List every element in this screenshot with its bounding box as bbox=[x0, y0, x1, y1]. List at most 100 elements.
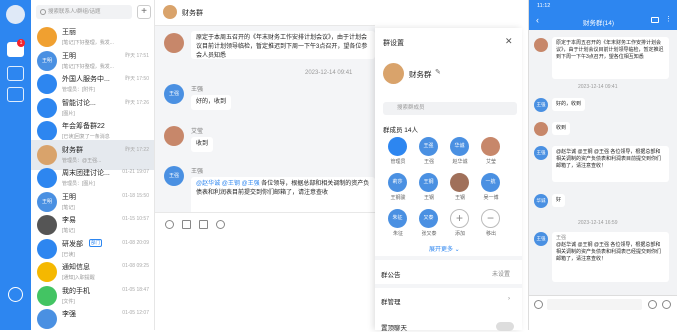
message-avatar bbox=[164, 126, 184, 146]
search-input[interactable]: 搜索联系人/群组/话题 bbox=[36, 5, 132, 19]
conversation-avatar bbox=[37, 285, 57, 306]
quoted-sender: 王强 bbox=[556, 235, 567, 241]
member-name: 添加 bbox=[454, 231, 465, 237]
group-avatar bbox=[383, 63, 404, 84]
group-name: 财务群 bbox=[409, 70, 432, 79]
back-icon[interactable]: ‹ bbox=[536, 15, 539, 25]
emoji-icon[interactable] bbox=[165, 220, 174, 229]
more-icon[interactable]: ⋮ bbox=[665, 15, 672, 23]
chat-pane: 财务群 原定于本周五召开的《年末财务工作安排计划会议》，由于计划会议目前计划领导… bbox=[155, 0, 375, 330]
emoji-icon[interactable] bbox=[648, 300, 657, 309]
add-button[interactable]: + bbox=[137, 5, 151, 19]
sender-name: 王强 bbox=[191, 87, 204, 93]
mobile-title: 财务群(14) bbox=[583, 20, 615, 27]
notice-avatar bbox=[534, 38, 548, 52]
chat-title: 财务群 bbox=[182, 10, 203, 17]
expand-more-link[interactable]: 展开更多 ⌄ bbox=[429, 244, 460, 253]
folder-icon[interactable] bbox=[651, 17, 659, 23]
member-avatar bbox=[450, 173, 469, 192]
scissors-icon[interactable] bbox=[182, 220, 191, 229]
mention[interactable]: @赵华诚 bbox=[196, 181, 220, 187]
announcement-row[interactable]: 群公告 未设置 bbox=[381, 269, 516, 279]
conversation-time: 01-08 20:09 bbox=[122, 239, 149, 246]
mobile-header: 11:12 ‹ 财务群(14) ⋮ bbox=[529, 0, 677, 30]
mobile-message-bubble: 王强 @赵华诚 @王钢 @王强 各位领导，根据总部和相关调制的资产负债表和利润表已… bbox=[552, 232, 669, 282]
members-label: 群成员 14人 bbox=[383, 127, 419, 134]
mention[interactable]: @王强 bbox=[242, 181, 260, 187]
member-avatar: 王强 bbox=[419, 137, 438, 156]
timestamp: 2023-12-14 09:41 bbox=[305, 70, 353, 76]
workbench-icon[interactable] bbox=[7, 87, 24, 102]
divider bbox=[375, 284, 522, 288]
member-avatar bbox=[481, 137, 500, 156]
mobile-message-text: 好 bbox=[556, 197, 562, 203]
conversation-name: 财务群 bbox=[62, 146, 83, 154]
mobile-message-avatar bbox=[534, 122, 548, 136]
close-icon[interactable]: ✕ bbox=[505, 36, 513, 47]
member-search-input[interactable]: 搜索群成员 bbox=[383, 102, 517, 115]
voice-icon[interactable] bbox=[534, 300, 543, 309]
member-avatar: 又泰 bbox=[419, 209, 438, 228]
mobile-preview: 11:12 ‹ 财务群(14) ⋮ 原定于本周五召开的《年末财务工作安排计划会议… bbox=[528, 0, 677, 330]
user-avatar[interactable] bbox=[6, 5, 25, 24]
mobile-message-bubble: 好的，收到 bbox=[552, 98, 586, 111]
message-text: 好的，收到 bbox=[196, 99, 227, 105]
announcement-label: 群公告 bbox=[381, 272, 401, 279]
member-name: 张又泰 bbox=[421, 231, 437, 237]
member-name: 朱征 bbox=[392, 231, 403, 237]
mobile-message-bubble: 好 bbox=[552, 194, 566, 207]
status-time: 11:12 bbox=[537, 3, 551, 9]
conversation-time: 昨天 17:26 bbox=[125, 99, 149, 106]
mention[interactable]: @王钢 bbox=[222, 181, 240, 187]
member-avatar: 王钢 bbox=[419, 173, 438, 192]
member-name: 王钢 bbox=[423, 195, 434, 201]
pin-label: 置顶聊天 bbox=[381, 325, 407, 332]
group-manage-row[interactable]: 群管理 › bbox=[381, 296, 516, 306]
member-avatar: 朱征 bbox=[388, 209, 407, 228]
conversation-avatar bbox=[37, 144, 57, 165]
mobile-notice: 原定于本周五召开的《年末财务工作安排计划会议》，由于计划会议目前计划领导临检，暂… bbox=[552, 37, 669, 79]
member-name: 王钢骏 bbox=[390, 195, 406, 201]
member-name: 移出 bbox=[485, 231, 496, 237]
conversation-name: 智能讨论... bbox=[62, 99, 96, 107]
plus-icon[interactable] bbox=[662, 300, 671, 309]
conversation-avatar bbox=[37, 309, 57, 329]
member-name: 王强 bbox=[423, 159, 434, 165]
conversation-name: 年会筹备群22 bbox=[62, 123, 105, 130]
app-rail: 1 bbox=[0, 0, 31, 330]
conversation-time: 01-05 12:07 bbox=[122, 310, 149, 316]
message-bubble: 好的，收到 bbox=[191, 95, 232, 110]
conversation-avatar bbox=[37, 262, 57, 282]
panel-title: 群设置 bbox=[383, 40, 404, 47]
input-toolbar bbox=[155, 212, 375, 330]
file-icon[interactable] bbox=[199, 220, 208, 229]
conversation-avatar: 王明 bbox=[37, 191, 57, 212]
conversation-time: 昨天 17:50 bbox=[125, 76, 149, 82]
conversation-name: 李强 bbox=[62, 311, 76, 318]
edit-name-icon[interactable]: ✎ bbox=[435, 68, 441, 76]
announcement-value: 未设置 bbox=[491, 272, 510, 278]
member-name: 艾莹 bbox=[485, 159, 496, 165]
member-name: 吴一博 bbox=[483, 195, 499, 201]
conversation-item[interactable]: 李强 01-05 12:07 bbox=[31, 304, 154, 330]
conversation-time: 01-05 18:47 bbox=[122, 286, 149, 293]
message-bubble: 收到 bbox=[191, 137, 214, 152]
manage-label: 群管理 bbox=[381, 299, 401, 306]
conversation-time: 昨天 17:22 bbox=[125, 146, 149, 153]
chevron-right-icon: › bbox=[508, 296, 510, 302]
mobile-input-bar bbox=[529, 295, 677, 330]
mobile-text-input[interactable] bbox=[547, 299, 642, 310]
conversation-time: 01-18 15:50 bbox=[122, 192, 149, 199]
add-member-button[interactable]: + bbox=[450, 209, 469, 228]
mobile-message-text: 好的，收到 bbox=[556, 101, 582, 107]
contacts-icon[interactable] bbox=[7, 66, 24, 81]
conversation-name: 王明 bbox=[62, 193, 76, 201]
remove-member-button[interactable]: − bbox=[481, 209, 500, 228]
conversation-time: 01-15 10:57 bbox=[122, 216, 149, 222]
conversation-time: 昨天 17:51 bbox=[125, 52, 149, 59]
history-icon[interactable] bbox=[216, 220, 225, 229]
help-icon[interactable] bbox=[8, 287, 23, 302]
group-settings-panel: 群设置 ✕ 财务群 ✎ 搜索群成员 群成员 14人 管理员 王强 王强 华诚 赵华诚 艾莹… bbox=[375, 28, 522, 332]
divider bbox=[375, 256, 522, 260]
message-avatar: 王强 bbox=[164, 166, 184, 186]
